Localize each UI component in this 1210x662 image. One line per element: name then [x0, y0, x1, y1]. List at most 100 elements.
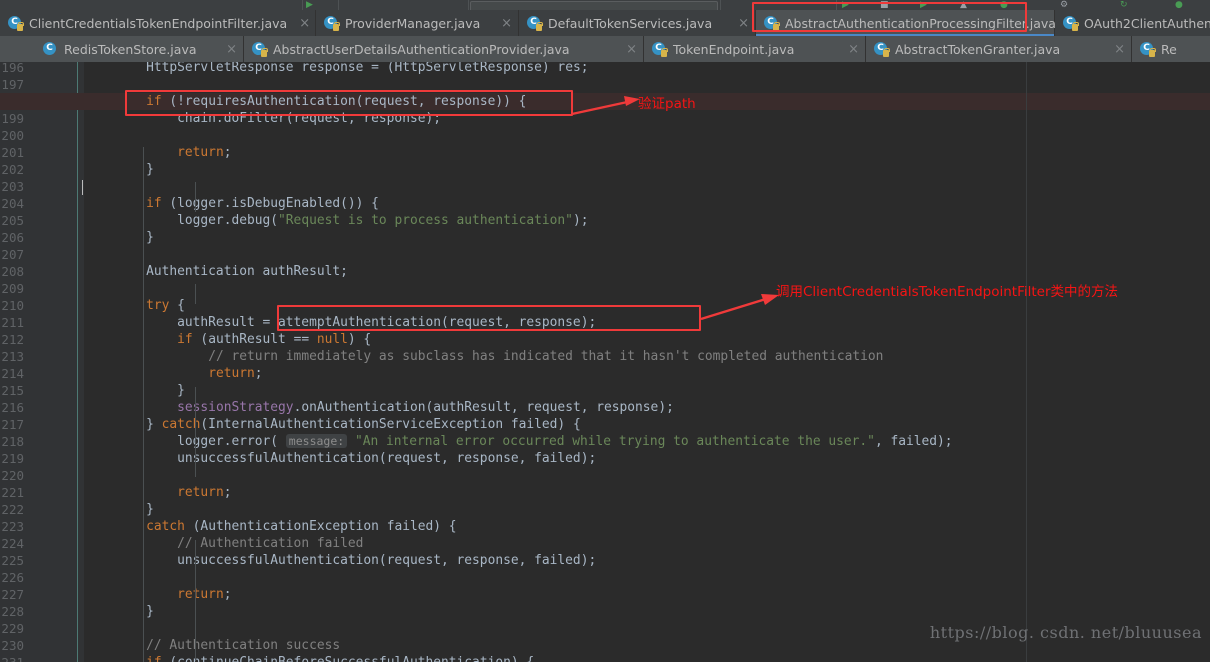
code-token: ;	[223, 145, 232, 160]
code-line[interactable]: if (logger.isDebugEnabled()) {	[84, 195, 379, 212]
tab-close-icon[interactable]: ×	[299, 17, 310, 30]
tab-close-icon[interactable]: ×	[1114, 43, 1125, 56]
line-number: 226	[1, 570, 24, 585]
line-number: 221	[1, 485, 24, 500]
line-number: 225	[1, 553, 24, 568]
tab-oauth2clientauthen[interactable]: C OAuth2ClientAuthen	[1055, 10, 1210, 36]
code-line[interactable]: logger.error( message: "An internal erro…	[84, 433, 953, 450]
code-editor[interactable]: 1961971981992002012022032042052062072082…	[0, 62, 1210, 662]
annotation-text-1: 验证path	[638, 96, 696, 112]
tab-close-icon[interactable]: ×	[501, 17, 512, 30]
idea-window: ▶ ▶ ■ ▶ ▲ ● ⚙ ↻ ● C ClientCredentialsTok…	[0, 0, 1210, 662]
code-line[interactable]: return;	[84, 586, 231, 603]
tab-close-icon[interactable]: ×	[626, 43, 637, 56]
code-token: Authentication authResult;	[84, 264, 348, 279]
line-number: 207	[1, 247, 24, 262]
code-token: .onAuthentication(authResult, request, r…	[293, 400, 674, 415]
tab-tokenendpoint[interactable]: C TokenEndpoint.java ×	[644, 36, 866, 62]
right-margin-line	[1026, 62, 1027, 662]
code-token: response	[301, 62, 364, 75]
tab-abstracttokengranter[interactable]: C AbstractTokenGranter.java ×	[866, 36, 1132, 62]
line-number: 209	[1, 281, 24, 296]
java-class-icon: C	[8, 16, 24, 31]
tab-abstractuserdetailsauthenticationprovider[interactable]: C AbstractUserDetailsAuthenticationProvi…	[244, 36, 644, 62]
parameter-hint: message:	[285, 434, 348, 448]
code-token: (AuthenticationException failed) {	[184, 519, 457, 534]
code-token: null	[316, 332, 348, 347]
code-token: if	[146, 196, 162, 211]
java-class-icon: C	[874, 42, 890, 57]
tab-label: RedisTokenStore.java	[64, 41, 197, 57]
annotation-box-active-tab	[752, 2, 1027, 32]
code-line[interactable]: catch (AuthenticationException failed) {	[84, 518, 457, 535]
code-token: ;	[223, 587, 232, 602]
watermark: https://blog. csdn. net/bluuusea	[929, 623, 1202, 642]
line-number: 203	[1, 179, 24, 194]
code-line[interactable]: } catch(InternalAuthenticationServiceExc…	[84, 416, 581, 433]
tab-label: Re	[1161, 41, 1177, 57]
code-line[interactable]: Authentication authResult;	[84, 263, 348, 280]
code-token: }	[84, 383, 185, 398]
code-line[interactable]: logger.debug("Request is to process auth…	[84, 212, 588, 229]
tab-clientcredentialstokenendpointfilter[interactable]: C ClientCredentialsTokenEndpointFilter.j…	[0, 10, 316, 36]
code-token: unsuccessfulAuthentication(request, resp…	[84, 451, 597, 466]
code-line[interactable]: sessionStrategy.onAuthentication(authRes…	[84, 399, 674, 416]
code-line[interactable]: return;	[84, 144, 231, 161]
code-token: logger.error(	[84, 434, 286, 449]
java-class-icon: C	[324, 16, 340, 31]
tab-defaulttokenservices[interactable]: C DefaultTokenServices.java ×	[519, 10, 756, 36]
code-token: {	[169, 298, 185, 313]
search-everywhere-icon[interactable]: ●	[1175, 0, 1183, 10]
tab-re[interactable]: C Re	[1132, 36, 1210, 62]
code-line[interactable]: return;	[84, 484, 231, 501]
run-icon[interactable]: ▶	[306, 0, 313, 10]
fold-region-line	[77, 62, 78, 662]
code-line[interactable]: // Authentication failed	[84, 535, 363, 552]
code-token: (continueChainBeforeSuccessfulAuthentica…	[162, 655, 534, 662]
line-number: 204	[1, 196, 24, 211]
editor-gutter[interactable]: 1961971981992002012022032042052062072082…	[0, 62, 68, 662]
code-line[interactable]: return;	[84, 365, 262, 382]
tab-providermanager[interactable]: C ProviderManager.java ×	[316, 10, 519, 36]
line-number: 214	[1, 366, 24, 381]
code-line[interactable]: if (authResult == null) {	[84, 331, 371, 348]
tab-close-icon[interactable]: ×	[848, 43, 859, 56]
code-token: );	[572, 213, 589, 228]
tab-close-icon[interactable]: ×	[226, 43, 237, 56]
line-number: 222	[1, 502, 24, 517]
indent-guide	[195, 284, 196, 304]
line-number: 218	[1, 434, 24, 449]
line-number: 196	[1, 62, 24, 75]
tab-redistokenstore[interactable]: C RedisTokenStore.java ×	[35, 36, 244, 62]
line-number: 220	[1, 468, 24, 483]
code-token: // Authentication failed	[177, 536, 364, 551]
editor-tab-row-1: C ClientCredentialsTokenEndpointFilter.j…	[0, 10, 1210, 36]
code-line[interactable]: try {	[84, 297, 185, 314]
code-token: , failed);	[874, 434, 953, 449]
code-token: if	[177, 332, 193, 347]
code-text-area[interactable]: HttpServletResponse response = (HttpServ…	[0, 62, 1210, 662]
code-line[interactable]: unsuccessfulAuthentication(request, resp…	[84, 552, 596, 569]
code-line[interactable]: }	[84, 382, 185, 399]
tab-label: DefaultTokenServices.java	[548, 15, 713, 31]
code-token: // Authentication success	[146, 638, 341, 653]
code-token: "An internal error occurred while trying…	[354, 434, 875, 449]
code-line[interactable]: HttpServletResponse response = (HttpServ…	[84, 62, 588, 76]
line-number: 230	[1, 638, 24, 653]
editor-tab-row-2: C RedisTokenStore.java × C AbstractUserD…	[0, 36, 1210, 62]
code-line[interactable]: unsuccessfulAuthentication(request, resp…	[84, 450, 596, 467]
vcs-update-icon[interactable]: ↻	[1120, 0, 1128, 10]
code-line[interactable]: if (continueChainBeforeSuccessfulAuthent…	[84, 654, 534, 662]
code-token: }	[84, 417, 162, 432]
code-line[interactable]: // return immediately as subclass has in…	[84, 348, 883, 365]
tab-label: OAuth2ClientAuthen	[1084, 15, 1210, 31]
tab-close-icon[interactable]: ×	[738, 17, 749, 30]
tab-label: ProviderManager.java	[345, 15, 481, 31]
code-token: return	[208, 366, 255, 381]
settings-icon[interactable]: ⚙	[1060, 0, 1068, 10]
fold-column[interactable]	[68, 62, 84, 662]
code-line[interactable]: // Authentication success	[84, 637, 340, 654]
